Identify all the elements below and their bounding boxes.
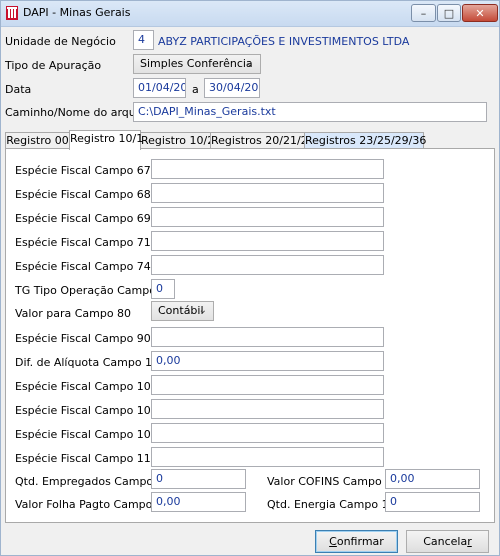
confirmar-hotkey: C <box>329 535 337 548</box>
valor-campo80-select[interactable]: Contábil ⌄ <box>151 301 214 321</box>
campo117-field[interactable]: 0,00 <box>385 469 480 489</box>
campo107-label: Espécie Fiscal Campo 107 <box>15 404 158 417</box>
close-button[interactable]: ✕ <box>462 4 498 22</box>
campo67-label: Espécie Fiscal Campo 67 <box>15 164 151 177</box>
valor-campo80-value: Contábil <box>158 304 204 317</box>
campo109-field[interactable] <box>151 423 384 443</box>
title-bar[interactable]: DAPI - Minas Gerais – □ ✕ <box>1 1 499 27</box>
tab-registros-20-21-22[interactable]: Registros 20/21/22 <box>210 132 315 149</box>
cancelar-button[interactable]: Cancelar <box>406 530 489 553</box>
campo74-field[interactable] <box>151 255 384 275</box>
campo90-label: Espécie Fiscal Campo 90 <box>15 332 151 345</box>
data-to-field[interactable]: 30/04/20 <box>204 78 260 98</box>
unidade-label: Unidade de Negócio <box>5 35 116 48</box>
maximize-icon: □ <box>443 6 455 20</box>
campo67-field[interactable] <box>151 159 384 179</box>
campo68-field[interactable] <box>151 183 384 203</box>
campo118-field[interactable]: 0 <box>385 492 480 512</box>
campo71-label: Espécie Fiscal Campo 71 <box>15 236 151 249</box>
unidade-code-field[interactable]: 4 <box>133 30 154 50</box>
unidade-name: ABYZ PARTICIPAÇÕES E INVESTIMENTOS LTDA <box>158 35 410 48</box>
campo107-field[interactable] <box>151 399 384 419</box>
campo90-field[interactable] <box>151 327 384 347</box>
cancelar-hotkey: r <box>467 535 472 548</box>
campo103-label: Espécie Fiscal Campo 103 <box>15 380 158 393</box>
campo80valor-label: Valor para Campo 80 <box>15 307 132 320</box>
campo109-label: Espécie Fiscal Campo 109 <box>15 428 158 441</box>
tab-registros-23-25-29-36[interactable]: Registros 23/25/29/36 <box>304 132 426 149</box>
caminho-label: Caminho/Nome do arquivo <box>5 106 153 119</box>
campo74-label: Espécie Fiscal Campo 74 <box>15 260 151 273</box>
data-from-field[interactable]: 01/04/20 <box>133 78 186 98</box>
confirmar-label: onfirmar <box>336 535 384 548</box>
tab-registro-10-1[interactable]: Registro 10/1 <box>69 130 143 150</box>
campo100-field[interactable]: 0,00 <box>151 351 384 371</box>
chevron-down-icon: ⌄ <box>245 58 254 69</box>
app-logo-icon <box>6 6 18 20</box>
chevron-down-icon: ⌄ <box>198 305 207 316</box>
confirmar-button[interactable]: Confirmar <box>315 530 398 553</box>
tipo-apuracao-value: Simples Conferência <box>140 57 253 70</box>
campo110-field[interactable] <box>151 447 384 467</box>
campo115-field[interactable]: 0 <box>151 469 246 489</box>
campo80tg-field[interactable]: 0 <box>151 279 175 299</box>
data-label: Data <box>5 83 32 96</box>
dapi-window: DAPI - Minas Gerais – □ ✕ Unidade de Neg… <box>0 0 500 556</box>
campo71-field[interactable] <box>151 231 384 251</box>
campo80tg-label: TG Tipo Operação Campo 80 <box>15 284 174 297</box>
campo118-label: Qtd. Energia Campo 118 <box>267 498 403 511</box>
campo69-label: Espécie Fiscal Campo 69 <box>15 212 151 225</box>
caminho-field[interactable]: C:\DAPI_Minas_Gerais.txt <box>133 102 487 122</box>
campo110-label: Espécie Fiscal Campo 110.1 <box>15 452 169 465</box>
tab-registro-10-2[interactable]: Registro 10/2 <box>140 132 214 149</box>
close-icon: ✕ <box>475 6 485 20</box>
campo100-label: Dif. de Alíquota Campo 100 <box>15 356 167 369</box>
campo103-field[interactable] <box>151 375 384 395</box>
campo116-field[interactable]: 0,00 <box>151 492 246 512</box>
data-separator: a <box>192 83 199 96</box>
cancelar-label: Cancela <box>423 535 468 548</box>
maximize-button[interactable]: □ <box>437 4 461 22</box>
tab-registro-00[interactable]: Registro 00 <box>5 132 70 149</box>
campo68-label: Espécie Fiscal Campo 68 <box>15 188 151 201</box>
campo69-field[interactable] <box>151 207 384 227</box>
minimize-button[interactable]: – <box>411 4 436 22</box>
tipo-label: Tipo de Apuração <box>5 59 102 72</box>
window-title: DAPI - Minas Gerais <box>23 6 131 19</box>
minimize-icon: – <box>420 6 427 20</box>
tipo-apuracao-select[interactable]: Simples Conferência ⌄ <box>133 54 261 74</box>
